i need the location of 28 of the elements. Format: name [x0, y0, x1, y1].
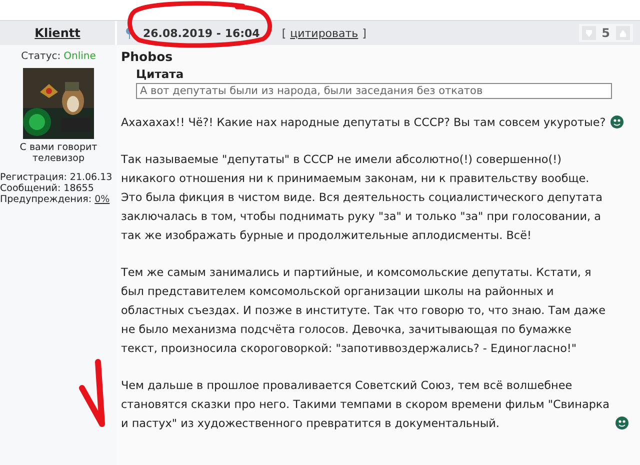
- paragraph-text: Так называемые "депутаты" в СССР не имели абсолютно(!) совершенно(!) никакого отношения ни к принимаемым законам, ни к правительству вообще. Это была фикция в чистом виде. Вся деятельность социалистического депутата заключалась в том, чтобы поднимать руку "за" и только "за" при голосовании, а так же изображать бурные и продолжительные аплодисменты. Всё!: [121, 152, 604, 244]
- author-name-link[interactable]: Klientt: [34, 26, 80, 40]
- quoted-author: Phobos: [121, 49, 174, 64]
- vote-down-button[interactable]: [582, 26, 596, 40]
- rating-value: 5: [602, 26, 610, 40]
- post-date: 26.08.2019 - 16:04: [143, 26, 260, 40]
- smiley-icon: [615, 416, 629, 430]
- stat-value: 21.06.13: [70, 172, 112, 183]
- paragraph-text: Ахахахах!! Чё?! Какие нах народные депутаты в СССР? Вы там совсем укуротые?: [121, 115, 606, 131]
- smiley-icon: [610, 115, 624, 129]
- user-title: С вами говорит телевизор: [18, 142, 98, 164]
- stat-label: Регистрация:: [0, 172, 67, 183]
- status-label: Статус:: [21, 51, 61, 62]
- bracket-text: [: [282, 26, 286, 40]
- quote-title: Цитата: [136, 67, 185, 81]
- stat-value: 18655: [64, 183, 94, 194]
- status-value: Online: [64, 51, 96, 62]
- paragraph-text: Чем дальше в прошлое проваливается Советский Союз, тем всё волшебнее становятся сказки про него. Такими темпами в скором времени фильм "Свинарка и пастух" из художественного превратится в документальный.: [121, 378, 611, 432]
- paragraph-text: Тем же самым занимались и партийные, и комсомольские депутаты. Кстати, я был представителем комсомольской организации школы на районных и областных съездах. И позже в институте. Так что говорю то, что знаю. Там даже не было механизма подсчёта голосов. Девочка, зачитывающая по бумажке текст, произносила скороговоркой: "запотиввоздержались? - Единогласно!": [121, 265, 606, 357]
- stat-link[interactable]: 0%: [94, 194, 110, 205]
- quote-link[interactable]: цитировать: [290, 26, 358, 40]
- stat-label: Предупреждения:: [0, 194, 92, 205]
- quote-text: А вот депутаты были из народа, были заседания без откатов: [136, 83, 612, 99]
- down-arrow-icon: [584, 28, 593, 38]
- stat-label: Сообщений:: [0, 183, 61, 194]
- up-arrow-icon: [619, 28, 627, 38]
- bracket-text: ]: [362, 26, 366, 40]
- vote-up-button[interactable]: [616, 26, 630, 40]
